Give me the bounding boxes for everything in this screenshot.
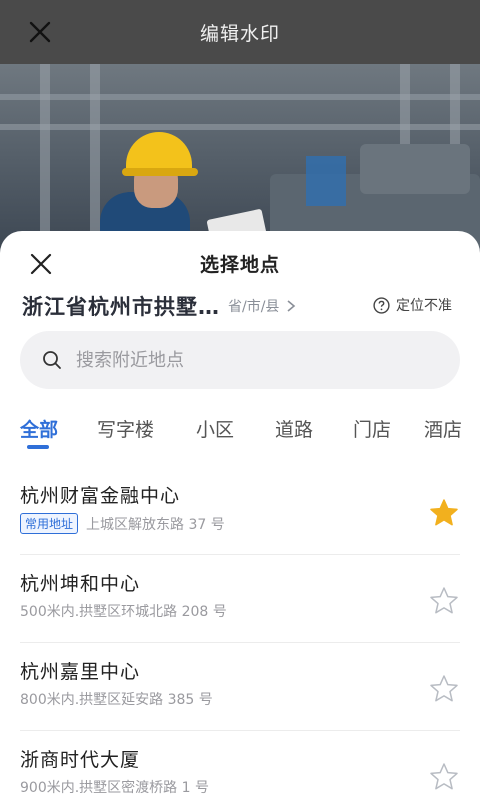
location-inaccurate-button[interactable]: 定位不准	[373, 295, 452, 315]
search-icon	[43, 351, 61, 369]
sheet-header: 选择地点	[0, 231, 480, 295]
place-name: 杭州嘉里中心	[20, 661, 141, 683]
place-address: 500米内.拱墅区环城北路 208 号	[20, 604, 227, 620]
page-title: 编辑水印	[199, 22, 280, 45]
location-picker-sheet: 选择地点 浙江省杭州市拱墅… 省/市/县 定位不准 全部 写字楼 小区 道路 门…	[0, 231, 480, 800]
place-name: 杭州坤和中心	[20, 573, 141, 595]
question-circle-icon	[373, 296, 390, 314]
close-icon[interactable]	[26, 18, 54, 46]
tab-all[interactable]: 全部	[20, 415, 58, 442]
top-bar: 编辑水印	[0, 0, 480, 64]
place-address: 800米内.拱墅区延安路 385 号	[20, 692, 213, 708]
tab-hotel[interactable]: 酒店	[424, 415, 462, 442]
tab-store[interactable]: 门店	[353, 415, 391, 442]
star-icon[interactable]	[428, 497, 460, 529]
category-tabs: 全部 写字楼 小区 道路 门店 酒店	[0, 405, 480, 451]
list-item[interactable]: 浙商时代大厦 900米内.拱墅区密渡桥路 1 号	[20, 731, 460, 800]
list-item[interactable]: 杭州嘉里中心 800米内.拱墅区延安路 385 号	[20, 643, 460, 731]
list-item[interactable]: 杭州财富金融中心 常用地址 上城区解放东路 37 号	[20, 467, 460, 555]
search-input[interactable]	[76, 349, 416, 371]
star-icon[interactable]	[428, 761, 460, 793]
tab-road[interactable]: 道路	[275, 415, 313, 442]
frequent-address-badge: 常用地址	[20, 513, 79, 534]
region-selector[interactable]: 省/市/县	[228, 296, 279, 316]
place-address: 上城区解放东路 37 号	[86, 516, 225, 533]
list-item[interactable]: 杭州坤和中心 500米内.拱墅区环城北路 208 号	[20, 555, 460, 643]
inaccurate-label: 定位不准	[396, 298, 452, 314]
current-location-row: 浙江省杭州市拱墅… 省/市/县 定位不准	[22, 291, 462, 321]
star-icon[interactable]	[428, 673, 460, 705]
place-name: 浙商时代大厦	[20, 749, 141, 771]
tab-office[interactable]: 写字楼	[97, 415, 154, 442]
star-icon[interactable]	[428, 585, 460, 617]
place-name: 杭州财富金融中心	[20, 485, 181, 507]
chevron-right-icon[interactable]	[285, 299, 297, 313]
tab-residential[interactable]: 小区	[196, 415, 234, 442]
place-address: 900米内.拱墅区密渡桥路 1 号	[20, 780, 209, 796]
place-list: 杭州财富金融中心 常用地址 上城区解放东路 37 号 杭州坤和中心 500米内.…	[0, 467, 480, 800]
active-tab-indicator	[27, 445, 49, 449]
search-bar[interactable]	[20, 331, 460, 389]
sheet-title: 选择地点	[199, 253, 280, 276]
close-icon[interactable]	[28, 251, 54, 277]
current-location[interactable]: 浙江省杭州市拱墅…	[22, 291, 220, 321]
